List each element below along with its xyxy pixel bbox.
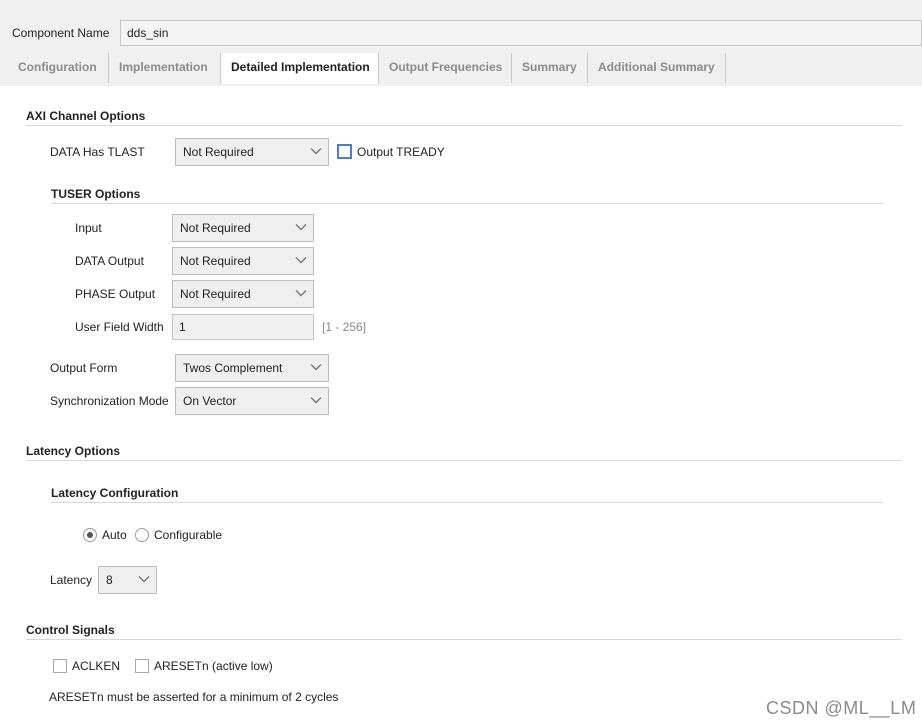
output-tready-checkbox[interactable] xyxy=(337,144,352,159)
aresetn-label: ARESETn (active low) xyxy=(154,659,273,673)
data-has-tlast-value: Not Required xyxy=(183,145,254,159)
tuser-divider xyxy=(51,203,883,204)
radio-selected-dot xyxy=(87,532,93,538)
output-form-value: Twos Complement xyxy=(183,361,283,375)
tuser-phase-output-select[interactable]: Not Required xyxy=(172,280,314,308)
tab-bar: Configuration Implementation Detailed Im… xyxy=(8,53,922,84)
latency-configurable-radio[interactable] xyxy=(135,528,149,542)
latency-section-title: Latency Options xyxy=(26,444,121,458)
aclken-checkbox[interactable] xyxy=(53,659,67,673)
tuser-data-output-value: Not Required xyxy=(180,254,251,268)
latency-label: Latency xyxy=(50,573,93,587)
sync-mode-label: Synchronization Mode xyxy=(50,394,169,408)
watermark-text: CSDN @ML__LM xyxy=(766,698,917,718)
sync-mode-select[interactable]: On Vector xyxy=(175,387,329,415)
tuser-input-value: Not Required xyxy=(180,221,251,235)
tab-summary[interactable]: Summary xyxy=(512,53,588,83)
tab-configuration[interactable]: Configuration xyxy=(8,53,109,83)
axi-section-title: AXI Channel Options xyxy=(26,109,146,123)
tab-implementation[interactable]: Implementation xyxy=(109,53,221,83)
tuser-data-output-select[interactable]: Not Required xyxy=(172,247,314,275)
data-has-tlast-label: DATA Has TLAST xyxy=(50,145,145,159)
tuser-phase-output-label: PHASE Output xyxy=(75,287,156,301)
chevron-down-icon xyxy=(310,148,322,155)
tuser-input-label: Input xyxy=(75,221,102,235)
user-field-width-input[interactable]: 1 xyxy=(172,314,314,340)
chevron-down-icon xyxy=(295,257,307,264)
tuser-phase-output-value: Not Required xyxy=(180,287,251,301)
tab-output-frequencies[interactable]: Output Frequencies xyxy=(379,53,512,83)
latency-select[interactable]: 8 xyxy=(98,566,157,594)
tuser-section-title: TUSER Options xyxy=(51,187,141,201)
latency-auto-radio[interactable] xyxy=(83,528,97,542)
chevron-down-icon xyxy=(138,576,150,583)
axi-divider xyxy=(26,125,902,126)
user-field-width-label: User Field Width xyxy=(75,320,164,334)
aclken-label: ACLKEN xyxy=(72,659,121,673)
output-tready-label: Output TREADY xyxy=(357,145,445,159)
component-name-label: Component Name xyxy=(12,26,110,40)
sync-mode-value: On Vector xyxy=(183,394,237,408)
chevron-down-icon xyxy=(310,397,322,404)
latency-divider xyxy=(26,460,902,461)
data-has-tlast-select[interactable]: Not Required xyxy=(175,138,329,166)
user-field-width-range: [1 - 256] xyxy=(322,320,367,334)
latency-config-divider xyxy=(51,502,883,503)
control-divider xyxy=(26,639,902,640)
tuser-input-select[interactable]: Not Required xyxy=(172,214,314,242)
chevron-down-icon xyxy=(310,364,322,371)
control-section-title: Control Signals xyxy=(26,623,115,637)
component-name-input[interactable]: dds_sin xyxy=(120,20,922,46)
tab-additional-summary[interactable]: Additional Summary xyxy=(588,53,726,83)
tuser-data-output-label: DATA Output xyxy=(75,254,144,268)
output-form-select[interactable]: Twos Complement xyxy=(175,354,329,382)
output-form-label: Output Form xyxy=(50,361,118,375)
latency-value: 8 xyxy=(106,573,113,587)
aresetn-checkbox[interactable] xyxy=(135,659,149,673)
chevron-down-icon xyxy=(295,290,307,297)
aresetn-note: ARESETn must be asserted for a minimum o… xyxy=(49,690,339,704)
tab-detailed-implementation[interactable]: Detailed Implementation xyxy=(220,53,379,84)
latency-auto-label: Auto xyxy=(102,528,127,542)
latency-config-title: Latency Configuration xyxy=(51,486,179,500)
chevron-down-icon xyxy=(295,224,307,231)
latency-configurable-label: Configurable xyxy=(154,528,223,542)
